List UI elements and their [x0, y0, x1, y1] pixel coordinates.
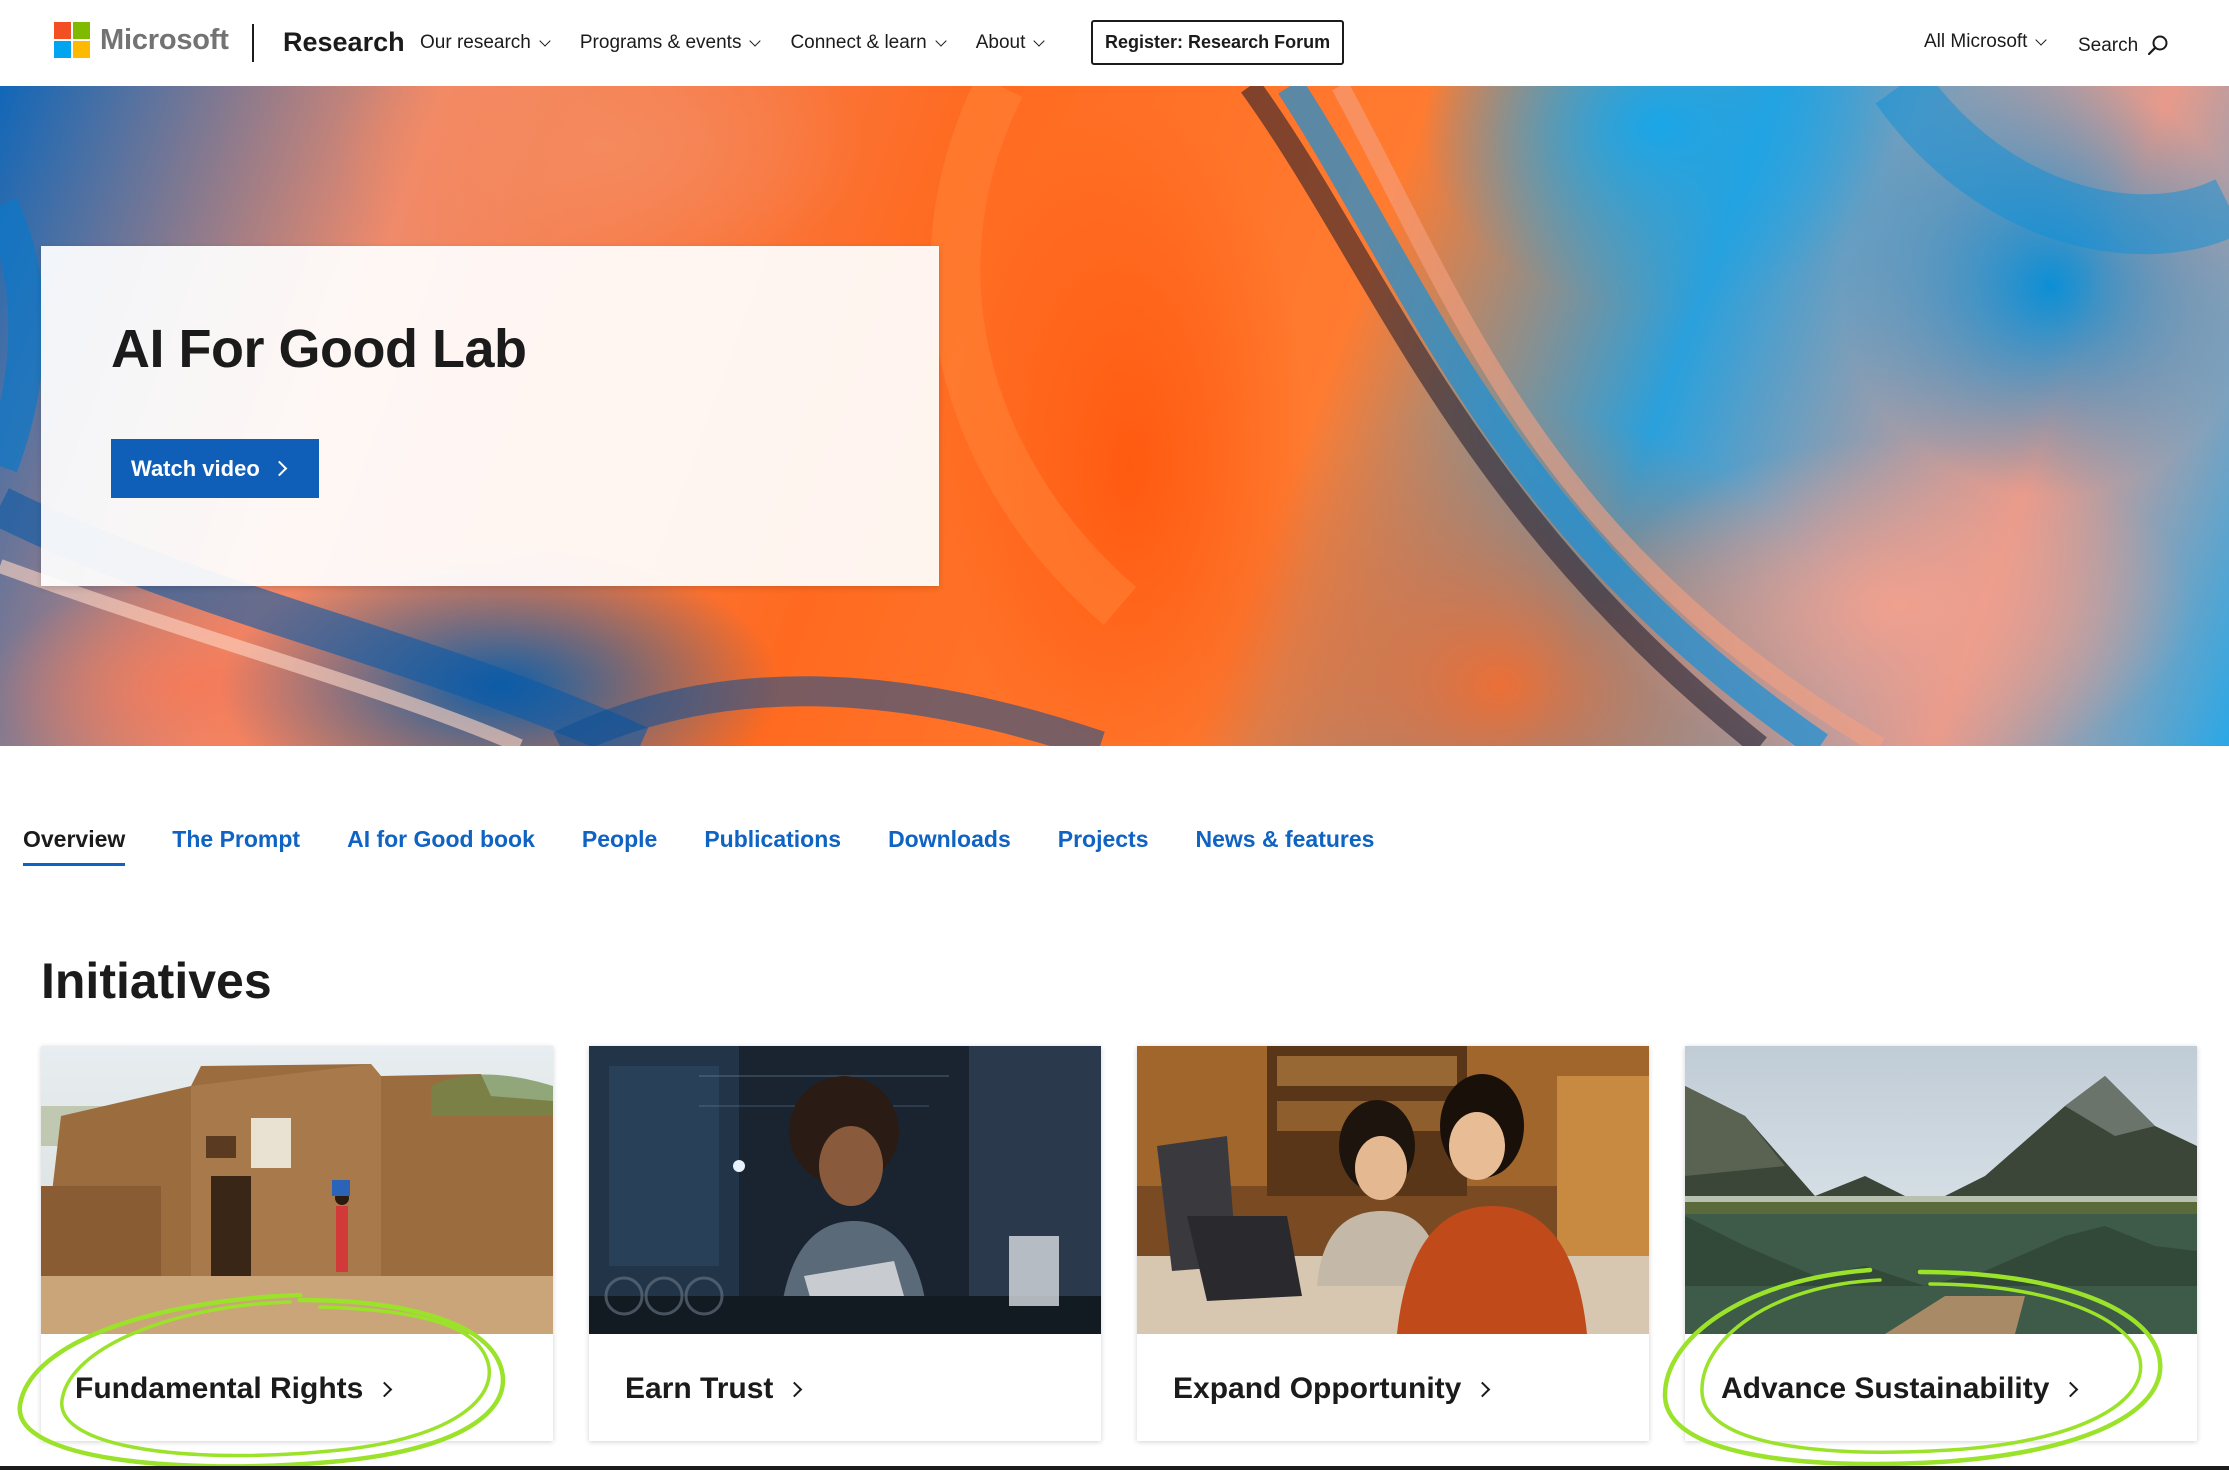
site-header: Microsoft Research Our research Programs… [0, 0, 2229, 86]
card-expand-opportunity[interactable]: Expand Opportunity [1137, 1046, 1649, 1441]
two-women-at-laptop-photo [1137, 1046, 1649, 1334]
card-earn-trust[interactable]: Earn Trust [589, 1046, 1101, 1441]
chevron-right-icon [1475, 1381, 1491, 1397]
initiatives-cards: Fundamental Rights Earn Trust Expand Opp… [41, 1046, 2197, 1441]
card-advance-sustainability[interactable]: Advance Sustainability [1685, 1046, 2197, 1441]
nav-label: Connect & learn [790, 32, 927, 53]
watch-video-button[interactable]: Watch video [111, 439, 319, 498]
tab-ai-for-good-book[interactable]: AI for Good book [347, 826, 535, 863]
chevron-down-icon [1033, 34, 1046, 47]
nav-label: About [975, 32, 1026, 53]
page-title: AI For Good Lab [111, 319, 527, 379]
tab-downloads[interactable]: Downloads [888, 826, 1011, 863]
tab-overview[interactable]: Overview [23, 826, 126, 866]
initiatives-heading: Initiatives [41, 953, 272, 1009]
main-nav: Our research Programs & events Connect &… [420, 0, 1074, 86]
mud-brick-building-photo [41, 1046, 553, 1334]
card-title: Earn Trust [625, 1372, 774, 1405]
card-title: Advance Sustainability [1721, 1372, 2050, 1405]
tab-the-prompt[interactable]: The Prompt [172, 826, 300, 863]
card-title: Fundamental Rights [75, 1372, 364, 1405]
all-microsoft-label: All Microsoft [1924, 31, 2028, 52]
chevron-down-icon [749, 34, 762, 47]
logo-divider [252, 24, 254, 62]
card-label-fundamental-rights: Fundamental Rights [75, 1372, 393, 1406]
card-label-advance-sustainability: Advance Sustainability [1721, 1372, 2079, 1406]
watch-video-label: Watch video [131, 455, 260, 481]
chevron-down-icon [935, 34, 947, 47]
mountain-lake-photo [1685, 1046, 2197, 1334]
microsoft-wordmark: Microsoft [100, 23, 229, 56]
chevron-right-icon [787, 1381, 803, 1397]
woman-with-tablet-photo [589, 1046, 1101, 1334]
chevron-down-icon [2035, 33, 2048, 46]
register-research-forum-button[interactable]: Register: Research Forum [1091, 20, 1345, 65]
bottom-edge [0, 1466, 2229, 1470]
card-label-earn-trust: Earn Trust [625, 1372, 803, 1406]
search-button[interactable]: Search [2078, 34, 2170, 58]
search-label: Search [2078, 35, 2139, 56]
microsoft-logo[interactable]: Microsoft [54, 22, 229, 58]
chevron-right-icon [377, 1381, 393, 1397]
search-icon [2148, 35, 2168, 56]
tab-news-features[interactable]: News & features [1196, 826, 1375, 863]
hero-card: AI For Good Lab Watch video [41, 246, 939, 586]
page-tabs: Overview The Prompt AI for Good book Peo… [23, 826, 1421, 866]
all-microsoft-menu[interactable]: All Microsoft [1924, 31, 2048, 53]
tab-publications[interactable]: Publications [704, 826, 841, 863]
chevron-right-icon [2063, 1381, 2079, 1397]
chevron-down-icon [539, 34, 551, 47]
nav-label: Programs & events [579, 32, 742, 53]
microsoft-logo-icon [54, 22, 90, 58]
card-label-expand-opportunity: Expand Opportunity [1173, 1372, 1491, 1406]
card-title: Expand Opportunity [1173, 1372, 1462, 1405]
nav-label: Our research [420, 32, 531, 53]
nav-programs-events[interactable]: Programs & events [579, 32, 762, 54]
research-home-link[interactable]: Research [283, 27, 405, 58]
tab-people[interactable]: People [582, 826, 657, 863]
nav-connect-learn[interactable]: Connect & learn [790, 32, 947, 54]
chevron-right-icon [271, 460, 288, 477]
tab-projects[interactable]: Projects [1058, 826, 1149, 863]
nav-about[interactable]: About [975, 32, 1046, 54]
nav-our-research[interactable]: Our research [420, 32, 551, 54]
hero-banner: AI For Good Lab Watch video [0, 86, 2229, 746]
card-fundamental-rights[interactable]: Fundamental Rights [41, 1046, 553, 1441]
